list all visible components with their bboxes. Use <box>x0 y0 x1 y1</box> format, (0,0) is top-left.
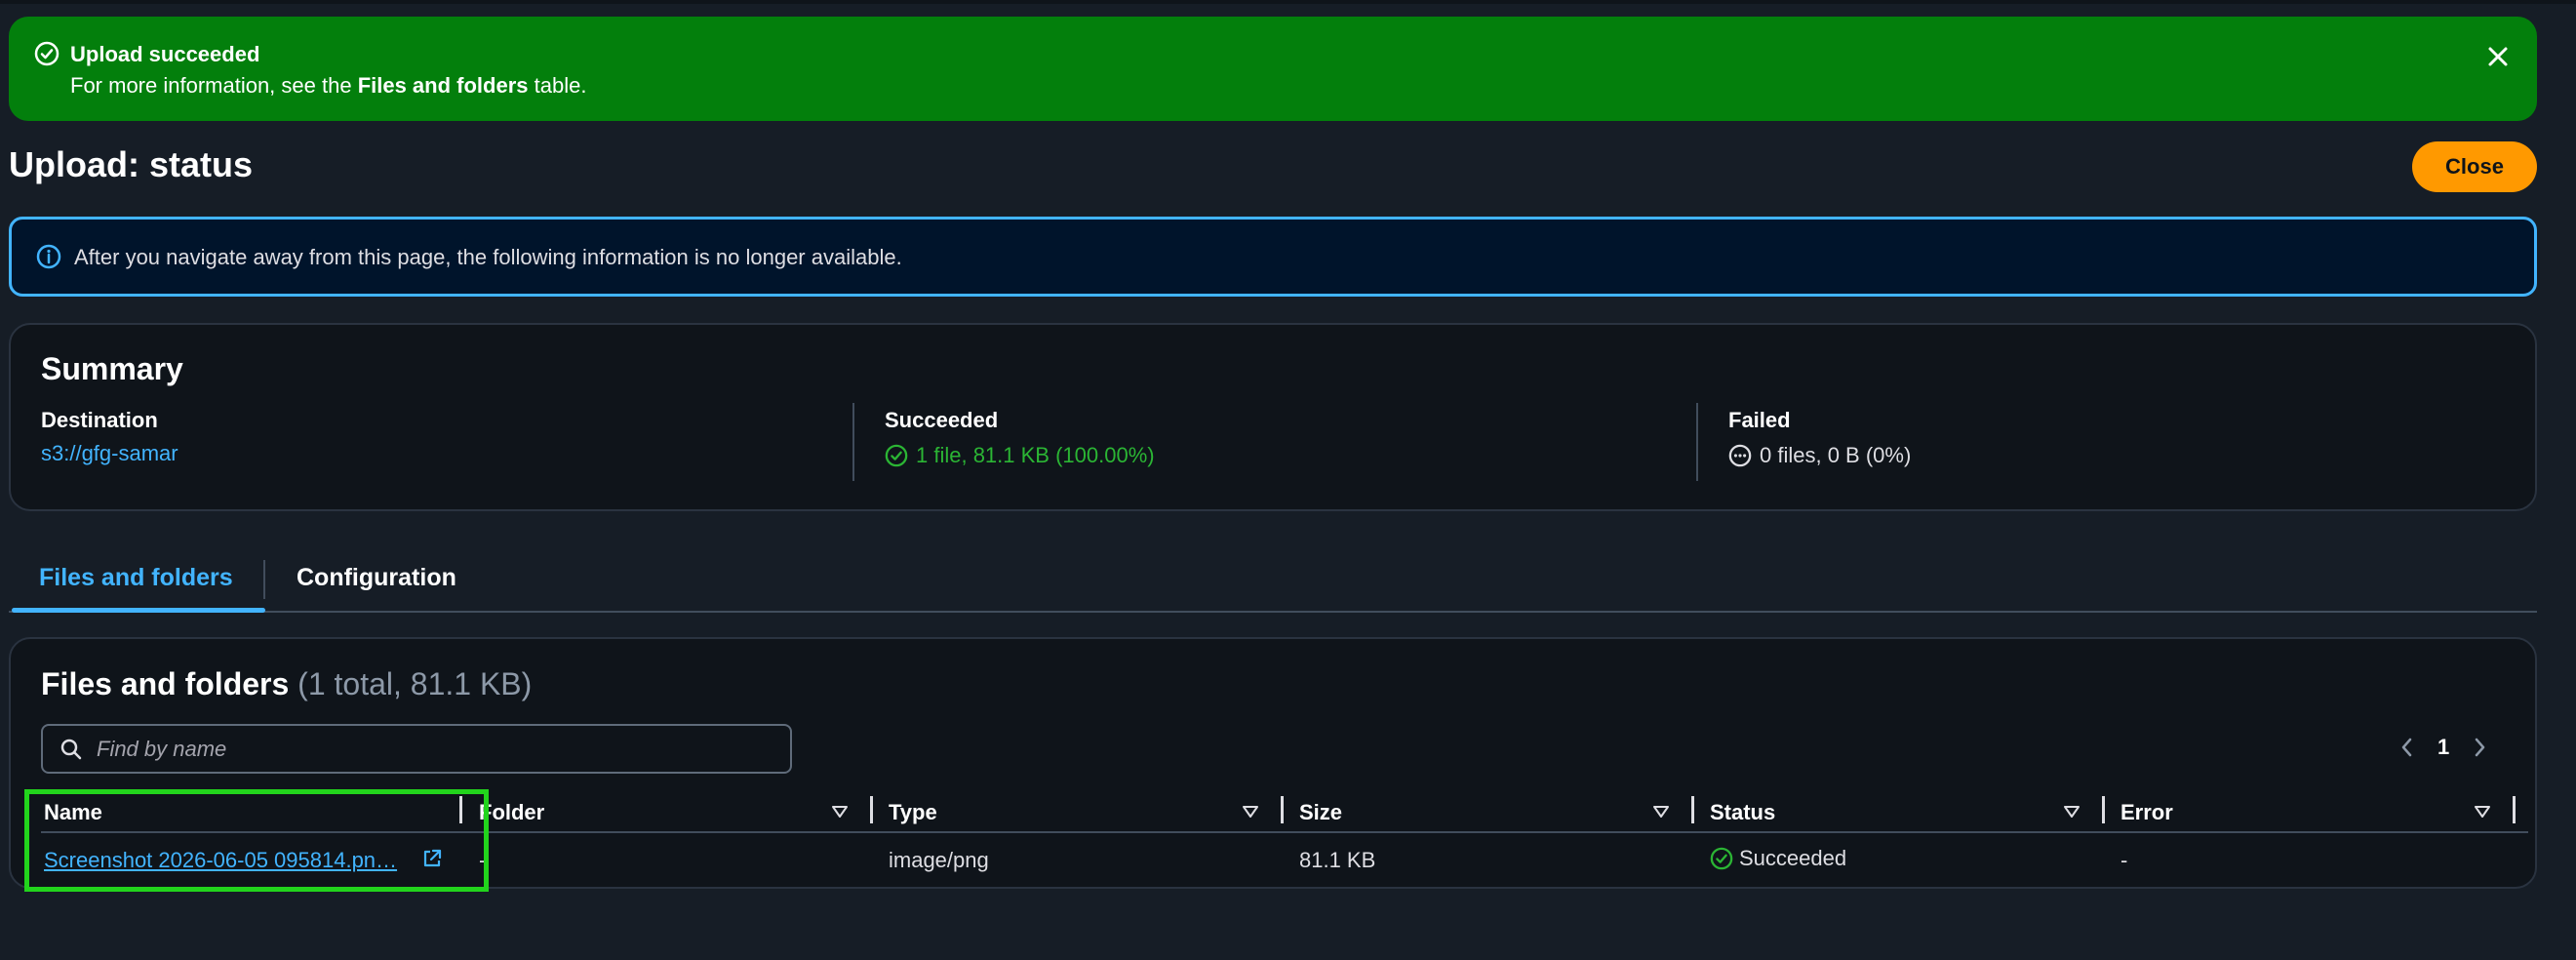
summary-failed: Failed 0 files, 0 B (0%) <box>1728 408 1911 468</box>
tab-files-and-folders[interactable]: Files and folders <box>39 564 233 592</box>
column-header-error[interactable]: Error <box>2120 800 2173 825</box>
sort-icon[interactable] <box>831 803 849 820</box>
files-count: (1 total, 81.1 KB) <box>297 666 533 701</box>
column-resizer[interactable] <box>870 796 873 823</box>
external-link-icon[interactable] <box>421 848 443 869</box>
column-resizer[interactable] <box>1281 796 1284 823</box>
top-border <box>0 0 2576 4</box>
search-field[interactable] <box>41 724 792 774</box>
sort-icon[interactable] <box>2474 803 2491 820</box>
succeeded-value-wrap: 1 file, 81.1 KB (100.00%) <box>885 443 1155 468</box>
column-header-folder[interactable]: Folder <box>479 800 544 825</box>
cell-type: image/png <box>889 848 989 872</box>
failed-value: 0 files, 0 B (0%) <box>1760 443 1912 467</box>
sort-icon[interactable] <box>1242 803 1259 820</box>
summary-divider <box>1696 403 1698 481</box>
info-alert: After you navigate away from this page, … <box>9 217 2537 297</box>
summary-title: Summary <box>41 351 183 386</box>
succeeded-value: 1 file, 81.1 KB (100.00%) <box>916 443 1155 467</box>
file-name-link[interactable]: Screenshot 2026-06-05 095814.pn… <box>44 848 397 873</box>
cell-status: Succeeded <box>1710 846 1846 871</box>
destination-label: Destination <box>41 408 158 432</box>
close-button[interactable]: Close <box>2412 141 2537 192</box>
tab-configuration[interactable]: Configuration <box>297 564 456 592</box>
upload-success-banner: Upload succeeded For more information, s… <box>9 17 2537 121</box>
banner-desc-prefix: For more information, see the <box>70 73 358 98</box>
page-title: Upload: status <box>9 144 254 184</box>
page-number[interactable]: 1 <box>2437 735 2449 760</box>
status-text: Succeeded <box>1739 846 1847 870</box>
column-resizer[interactable] <box>459 796 462 823</box>
close-icon[interactable] <box>2482 41 2514 72</box>
succeeded-label: Succeeded <box>885 408 999 432</box>
summary-container: Summary Destination s3://gfg-samar Succe… <box>9 323 2537 511</box>
pending-dots-icon <box>1728 444 1752 467</box>
check-circle-icon <box>885 444 908 467</box>
failed-label: Failed <box>1728 408 1791 432</box>
pagination: 1 <box>2398 735 2488 760</box>
banner-desc-suffix: table. <box>528 73 587 98</box>
search-icon <box>60 739 82 760</box>
table-header: Name Folder Type Size Status Error <box>41 792 2528 833</box>
summary-succeeded: Succeeded 1 file, 81.1 KB (100.00%) <box>885 408 1155 468</box>
files-table-container: Files and folders (1 total, 81.1 KB) 1 N… <box>9 637 2537 889</box>
column-header-size[interactable]: Size <box>1299 800 1342 825</box>
active-tab-indicator <box>12 608 265 613</box>
cell-error: - <box>2120 848 2128 872</box>
summary-destination: Destination s3://gfg-samar <box>41 408 178 466</box>
failed-value-wrap: 0 files, 0 B (0%) <box>1728 443 1911 468</box>
summary-divider <box>852 403 854 481</box>
tab-bar: Files and folders Configuration <box>9 556 2537 613</box>
search-input[interactable] <box>97 735 770 764</box>
sort-icon[interactable] <box>2063 803 2081 820</box>
banner-description: For more information, see the Files and … <box>70 73 586 99</box>
chevron-right-icon[interactable] <box>2473 736 2488 759</box>
cell-folder: - <box>479 848 487 872</box>
tab-separator <box>263 560 265 599</box>
column-header-status[interactable]: Status <box>1710 800 1775 825</box>
files-title: Files and folders (1 total, 81.1 KB) <box>41 666 532 702</box>
column-header-type[interactable]: Type <box>889 800 937 825</box>
column-resizer[interactable] <box>1691 796 1694 823</box>
banner-title: Upload succeeded <box>70 42 260 66</box>
info-icon <box>36 244 61 269</box>
column-resizer[interactable] <box>2102 796 2105 823</box>
files-title-text: Files and folders <box>41 666 290 701</box>
column-header-name[interactable]: Name <box>44 800 102 825</box>
column-resizer[interactable] <box>2513 796 2516 823</box>
check-circle-icon <box>1710 847 1733 870</box>
table-row: Screenshot 2026-06-05 095814.pn… - image… <box>41 835 2528 884</box>
cell-size: 81.1 KB <box>1299 848 1376 872</box>
chevron-left-icon[interactable] <box>2398 736 2414 759</box>
info-text: After you navigate away from this page, … <box>74 245 902 269</box>
sort-icon[interactable] <box>1652 803 1670 820</box>
banner-desc-bold: Files and folders <box>357 73 529 98</box>
check-circle-icon <box>34 41 59 66</box>
destination-link[interactable]: s3://gfg-samar <box>41 441 178 466</box>
